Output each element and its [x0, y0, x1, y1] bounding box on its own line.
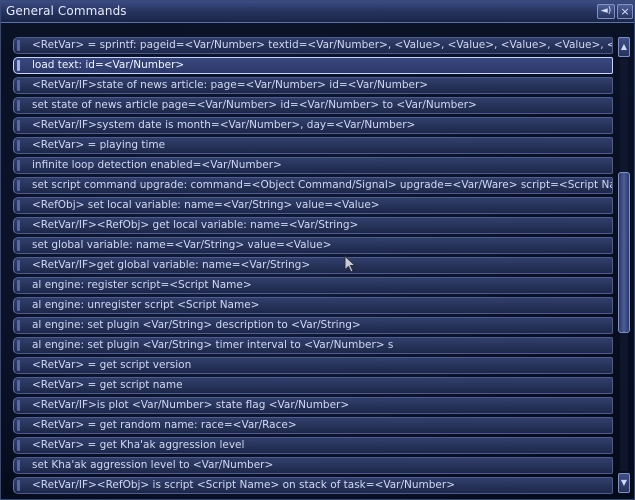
command-list-item[interactable]: set script command upgrade: command=<Obj… — [13, 177, 613, 194]
command-list-item[interactable]: load text: id=<Var/Number> — [13, 57, 613, 74]
row-tab-marker — [17, 380, 20, 391]
command-label: <RetVar> = get Kha'ak aggression level — [32, 439, 245, 451]
row-tab-marker — [17, 200, 20, 211]
command-label: <RetVar> = playing time — [32, 139, 166, 151]
row-tab-marker — [17, 420, 20, 431]
scroll-down-button[interactable]: ▼ — [618, 473, 630, 493]
command-list-item[interactable]: al engine: unregister script <Script Nam… — [13, 297, 613, 314]
command-list-item[interactable]: <RefObj> set local variable: name=<Var/S… — [13, 197, 613, 214]
command-list-item[interactable]: <RetVar/IF>get global variable: name=<Va… — [13, 257, 613, 274]
row-tab-marker — [17, 120, 20, 131]
general-commands-window: General Commands ◄) × <RetVar> = sprintf… — [0, 0, 635, 500]
scrollbar-thumb[interactable] — [618, 172, 630, 333]
command-list-item[interactable]: set Kha'ak aggression level to <Var/Numb… — [13, 457, 613, 474]
command-list-item[interactable]: set global variable: name=<Var/String> v… — [13, 237, 613, 254]
command-list-item[interactable]: <RetVar> = sprintf: pageid=<Var/Number> … — [13, 37, 613, 54]
mouse-cursor-icon — [344, 255, 357, 273]
command-label: <RetVar/IF>system date is month=<Var/Num… — [32, 119, 416, 131]
row-tab-marker — [17, 360, 20, 371]
window-title: General Commands — [6, 4, 127, 18]
command-label: <RetVar/IF>is plot <Var/Number> state fl… — [32, 399, 350, 411]
command-list-item[interactable]: set state of news article page=<Var/Numb… — [13, 97, 613, 114]
command-label: <RetVar> = sprintf: pageid=<Var/Number> … — [32, 39, 613, 51]
row-tab-marker — [17, 60, 20, 71]
scroll-up-button[interactable]: ▲ — [618, 37, 630, 57]
row-tab-marker — [17, 160, 20, 171]
row-tab-marker — [17, 80, 20, 91]
command-list-item[interactable]: <RetVar> = playing time — [13, 137, 613, 154]
command-label: <RetVar> = get script name — [32, 379, 183, 391]
row-tab-marker — [17, 240, 20, 251]
command-label: <RefObj> set local variable: name=<Var/S… — [32, 199, 380, 211]
command-list-item[interactable]: <RetVar> = get script name — [13, 377, 613, 394]
command-list-item[interactable]: <RetVar/IF><RefObj> get local variable: … — [13, 217, 613, 234]
command-label: <RetVar/IF>get global variable: name=<Va… — [32, 259, 311, 271]
command-label: set script command upgrade: command=<Obj… — [32, 179, 613, 191]
command-list-item[interactable]: <RetVar> = get script version — [13, 357, 613, 374]
row-tab-marker — [17, 280, 20, 291]
command-label: load text: id=<Var/Number> — [32, 59, 185, 71]
command-label: <RetVar/IF><RefObj> is script <Script Na… — [32, 479, 455, 491]
row-tab-marker — [17, 460, 20, 471]
command-label: set Kha'ak aggression level to <Var/Numb… — [32, 459, 274, 471]
command-label: <RetVar> = get random name: race=<Var/Ra… — [32, 419, 297, 431]
command-list-item[interactable]: infinite loop detection enabled=<Var/Num… — [13, 157, 613, 174]
row-tab-marker — [17, 400, 20, 411]
command-list-item[interactable]: <RetVar/IF>system date is month=<Var/Num… — [13, 117, 613, 134]
command-list: <RetVar> = sprintf: pageid=<Var/Number> … — [13, 37, 613, 497]
command-list-item[interactable]: <RetVar/IF><RefObj> is script <Script Na… — [13, 477, 613, 494]
command-list-item[interactable]: <RetVar/IF>state of news article: page=<… — [13, 77, 613, 94]
title-bar: General Commands ◄) × — [1, 1, 634, 23]
command-label: set state of news article page=<Var/Numb… — [32, 99, 477, 111]
command-label: al engine: register script=<Script Name> — [32, 279, 252, 291]
row-tab-marker — [17, 300, 20, 311]
command-list-item[interactable]: <RetVar> = get random name: race=<Var/Ra… — [13, 417, 613, 434]
command-list-item[interactable]: al engine: register script=<Script Name> — [13, 277, 613, 294]
command-label: <RetVar/IF>state of news article: page=<… — [32, 79, 429, 91]
close-icon[interactable]: × — [617, 4, 633, 19]
command-list-item[interactable]: <RetVar> = get Kha'ak aggression level — [13, 437, 613, 454]
row-tab-marker — [17, 220, 20, 231]
command-list-item[interactable]: <RetVar/IF>is plot <Var/Number> state fl… — [13, 397, 613, 414]
command-label: infinite loop detection enabled=<Var/Num… — [32, 159, 282, 171]
command-list-item[interactable]: al engine: set plugin <Var/String> timer… — [13, 337, 613, 354]
row-tab-marker — [17, 40, 20, 51]
row-tab-marker — [17, 180, 20, 191]
command-label: al engine: unregister script <Script Nam… — [32, 299, 260, 311]
speaker-icon[interactable]: ◄) — [597, 4, 615, 19]
row-tab-marker — [17, 340, 20, 351]
command-list-item[interactable]: al engine: set plugin <Var/String> descr… — [13, 317, 613, 334]
row-tab-marker — [17, 440, 20, 451]
command-label: <RetVar> = get script version — [32, 359, 192, 371]
command-label: al engine: set plugin <Var/String> descr… — [32, 319, 361, 331]
row-tab-marker — [17, 140, 20, 151]
row-tab-marker — [17, 480, 20, 491]
row-tab-marker — [17, 260, 20, 271]
row-tab-marker — [17, 100, 20, 111]
command-label: <RetVar/IF><RefObj> get local variable: … — [32, 219, 359, 231]
row-tab-marker — [17, 320, 20, 331]
command-label: al engine: set plugin <Var/String> timer… — [32, 339, 394, 351]
command-label: set global variable: name=<Var/String> v… — [32, 239, 332, 251]
